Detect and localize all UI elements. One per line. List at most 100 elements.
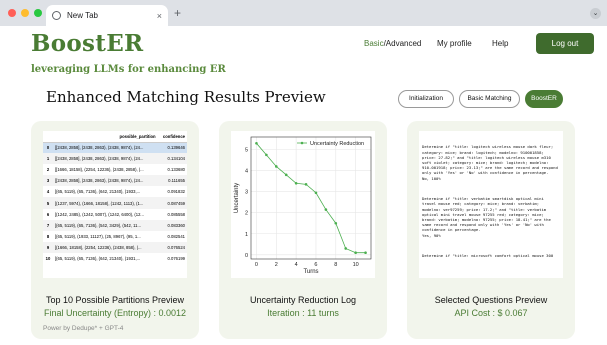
uncertainty-card-title: Uncertainty Reduction Log xyxy=(249,295,357,305)
tab-title: New Tab xyxy=(67,11,98,20)
data-point xyxy=(344,247,348,250)
window-controls xyxy=(8,9,42,17)
nav-help[interactable]: Help xyxy=(492,39,508,48)
column-header-index xyxy=(43,131,53,143)
row-confidence: 0.091832 xyxy=(167,189,185,195)
row-partition: [[2438, 2858], (2438, 2863), (2438, 9874… xyxy=(53,153,158,165)
x-tick-label: 10 xyxy=(353,262,359,268)
plot-frame xyxy=(250,136,372,260)
partitions-table-panel: possible_partition confidence 0 [[2438, 2… xyxy=(43,131,187,278)
page-title: Enhanced Matching Results Preview xyxy=(46,88,326,106)
row-confidence: 0.133680 xyxy=(167,167,185,173)
nav-advanced-link[interactable]: Advanced xyxy=(386,39,422,48)
row-index: 8 xyxy=(46,233,50,239)
y-tick-label: 4 xyxy=(245,169,248,175)
maximize-window-button[interactable] xyxy=(34,9,42,17)
y-tick-label: 1 xyxy=(245,232,248,238)
questions-text: Determine if "title: logitech wireless m… xyxy=(419,131,563,278)
x-tick-label: 2 xyxy=(275,262,278,268)
app-page: BoostER leveraging LLMs for enhancing ER… xyxy=(0,26,607,345)
table-row: 3 [[2438, 2858], (2438, 2863), (2438, 987… xyxy=(43,175,187,187)
logout-button[interactable]: Log out xyxy=(536,33,594,54)
table-row: 5 [(1237, 5974), (1666, 18158), (1242, 11… xyxy=(43,197,187,209)
nav-mode-switch[interactable]: Basic/Advanced xyxy=(364,39,421,48)
data-point xyxy=(255,142,258,145)
column-header-possible-partition: possible_partition xyxy=(53,131,158,143)
questions-card-title: Selected Questions Preview xyxy=(434,295,548,305)
question-block: Determine if "title: verbatim smartdisk … xyxy=(422,196,551,238)
tab-close-icon[interactable]: × xyxy=(157,11,162,21)
final-uncertainty-label: Final Uncertainty (Entropy) : 0.0012 xyxy=(43,308,187,318)
table-row: 9 [(1666, 18158), (2254, 12236), (2438, 8… xyxy=(43,241,187,253)
table-header-row: possible_partition confidence xyxy=(43,131,187,143)
minimize-window-button[interactable] xyxy=(21,9,29,17)
tab-booster[interactable]: BoostER xyxy=(525,90,563,108)
row-partition: [[2438, 2858], (2438, 2863), (2438, 9874… xyxy=(53,142,158,154)
browser-tab[interactable]: New Tab × xyxy=(46,5,168,26)
table-row: 8 [(65, 5119), (1933, 11127), (25, 8967),… xyxy=(43,231,187,242)
row-index: 4 xyxy=(46,189,50,195)
uncertainty-chart-panel: 0 2 4 6 8 10 0 1 2 3 4 5 Turns Uncertainty Uncertainty… xyxy=(231,131,375,278)
data-point xyxy=(314,191,318,195)
row-index: 6 xyxy=(46,211,50,217)
questions-text-panel[interactable]: Determine if "title: logitech wireless m… xyxy=(419,131,563,278)
legend-label: Uncertainty Reduction xyxy=(310,141,364,147)
tab-menu-icon[interactable]: ⌄ xyxy=(590,8,601,19)
row-partition: [(65, 5119), (65, 7136), (642, 21340), (… xyxy=(55,255,141,261)
row-partition: [[2438, 2858], (2438, 2863), (2438, 9874… xyxy=(53,175,158,187)
y-tick-label: 0 xyxy=(245,253,248,259)
row-index: 5 xyxy=(43,197,53,209)
row-index: 10 xyxy=(45,255,51,261)
legend-marker xyxy=(300,141,304,145)
row-confidence: 0.076199 xyxy=(167,255,185,261)
questions-card: Determine if "title: logitech wireless m… xyxy=(407,121,575,339)
partitions-table-body: 0 [[2438, 2858], (2438, 2863), (2438, 987… xyxy=(43,142,187,264)
x-tick-label: 8 xyxy=(334,262,337,268)
api-cost-label: API Cost : $ 0.067 xyxy=(454,308,528,318)
series-line xyxy=(256,143,366,254)
data-point xyxy=(274,165,278,168)
table-row: 7 [(65, 5119), (65, 7136), (542, 3429), (… xyxy=(43,219,187,231)
y-tick-label: 3 xyxy=(245,190,248,196)
uncertainty-chart: 0 2 4 6 8 10 0 1 2 3 4 5 Turns Uncertainty Uncertainty… xyxy=(234,136,372,275)
partitions-card: possible_partition confidence 0 [[2438, 2… xyxy=(31,121,199,339)
row-index: 3 xyxy=(43,175,53,187)
data-point xyxy=(304,183,308,186)
row-confidence: 0.139646 xyxy=(157,142,187,154)
data-point xyxy=(354,251,357,254)
new-tab-button[interactable]: + xyxy=(174,7,181,19)
close-window-button[interactable] xyxy=(8,9,16,17)
row-partition: [(65, 5119), (65, 7136), (642, 21340), (… xyxy=(55,189,141,195)
y-axis-label: Uncertainty xyxy=(234,183,240,213)
uncertainty-card: 0 2 4 6 8 10 0 1 2 3 4 5 Turns Uncertainty Uncertainty… xyxy=(219,121,387,339)
table-row: 2 [[1666, 18158), (2254, 12236), (2438, 2… xyxy=(43,164,187,175)
row-partition: [(1666, 18158), (2254, 12236), (2438, 85… xyxy=(53,241,158,253)
app-logo[interactable]: BoostER xyxy=(31,30,143,57)
question-block: Determine if "title: logitech wireless m… xyxy=(422,144,558,181)
powered-by-label: Power by Dedupe* + GPT-4 xyxy=(43,325,124,332)
tab-basic-matching[interactable]: Basic Matching xyxy=(459,90,520,108)
row-confidence: 0.087459 xyxy=(157,197,187,209)
nav-my-profile[interactable]: My profile xyxy=(437,39,472,48)
table-row: 10 [(65, 5119), (65, 7136), (642, 21340),… xyxy=(43,253,187,264)
row-index: 9 xyxy=(43,241,53,253)
data-point xyxy=(334,221,338,225)
app-tagline: leveraging LLMs for enhancing ER xyxy=(31,64,226,75)
nav-basic-link[interactable]: Basic xyxy=(364,39,384,48)
row-confidence: 0.082541 xyxy=(167,233,185,239)
row-confidence: 0.076524 xyxy=(157,241,187,253)
data-point xyxy=(284,173,288,177)
row-confidence: 0.083360 xyxy=(157,219,187,231)
iteration-count-label: Iteration : 11 turns xyxy=(267,308,339,318)
x-tick-label: 6 xyxy=(314,262,317,268)
partitions-table: possible_partition confidence 0 [[2438, 2… xyxy=(43,131,187,264)
x-tick-label: 0 xyxy=(255,262,258,268)
partitions-card-title: Top 10 Possible Partitions Preview xyxy=(45,295,185,305)
x-axis-label: Turns xyxy=(303,269,318,275)
row-partition: [[1666, 18158), (2254, 12236), (2438, 28… xyxy=(55,167,144,173)
row-index: 2 xyxy=(46,167,50,173)
table-row: 0 [[2438, 2858], (2438, 2863), (2438, 987… xyxy=(43,142,187,154)
row-confidence: 0.134104 xyxy=(157,153,187,165)
table-row: 1 [[2438, 2858], (2438, 2863), (2438, 987… xyxy=(43,153,187,165)
tab-initialization[interactable]: Initialization xyxy=(398,90,454,108)
